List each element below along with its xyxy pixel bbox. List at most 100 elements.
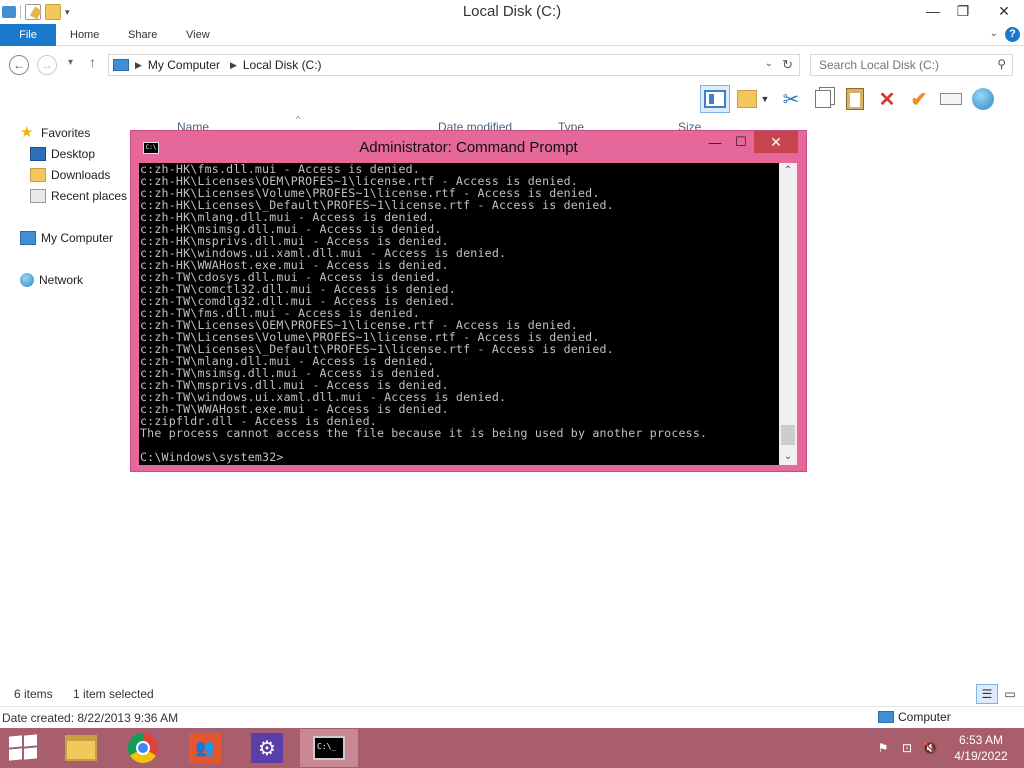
large-icons-icon: ▭: [1004, 687, 1016, 701]
nav-desktop[interactable]: Desktop: [30, 144, 95, 164]
help-icon[interactable]: ?: [1005, 27, 1020, 42]
downloads-icon: [30, 168, 46, 182]
checkmark-icon: ✔: [910, 88, 928, 111]
action-center-icon[interactable]: ⚑: [874, 739, 892, 757]
cmd-minimize-button[interactable]: —: [701, 131, 729, 153]
edit-button[interactable]: [936, 85, 966, 113]
taskbar-people[interactable]: 👥: [176, 729, 234, 767]
taskbar-file-explorer[interactable]: [52, 729, 110, 767]
large-icons-view-button[interactable]: ▭: [999, 684, 1021, 704]
restore-button[interactable]: ❐: [948, 0, 978, 22]
address-bar[interactable]: ▶ My Computer ▶ Local Disk (C:) ⌄ ↻: [108, 54, 800, 76]
network-button[interactable]: [968, 85, 998, 113]
taskbar-chrome[interactable]: [114, 729, 172, 767]
nav-my-computer[interactable]: My Computer: [20, 228, 113, 248]
properties-icon[interactable]: [25, 4, 42, 20]
up-button[interactable]: ↑: [89, 54, 96, 70]
paste-button[interactable]: [840, 85, 870, 113]
scroll-down-icon[interactable]: ⌄: [779, 449, 797, 465]
search-icon[interactable]: ⚲: [997, 57, 1006, 71]
rename-field-icon: [940, 93, 962, 105]
nav-computer-label: My Computer: [41, 231, 114, 245]
explorer-titlebar: ▾ Local Disk (C:) — ❐ ✕: [0, 0, 1024, 24]
dropdown-arrow-icon: ▼: [760, 94, 770, 104]
minimize-button[interactable]: —: [918, 0, 948, 22]
people-icon: 👥: [189, 733, 221, 763]
delete-button[interactable]: ✕: [872, 85, 902, 113]
nav-downloads-label: Downloads: [51, 168, 111, 182]
console-scrollbar[interactable]: ⌃ ⌄: [779, 163, 797, 465]
tab-file[interactable]: File: [0, 24, 56, 46]
computer-icon: [113, 59, 129, 71]
qat-customize-icon[interactable]: ▾: [65, 7, 70, 18]
details-view-button[interactable]: ☰: [976, 684, 998, 704]
details-bar: Date created: 8/22/2013 9:36 AM Computer: [0, 706, 1024, 728]
taskbar-settings[interactable]: ⚙: [238, 729, 296, 767]
computer-icon: [20, 231, 36, 245]
forward-button[interactable]: →: [37, 55, 57, 75]
details-view-icon: ☰: [981, 687, 993, 701]
tab-home[interactable]: Home: [56, 24, 113, 46]
scroll-up-icon[interactable]: ⌃: [779, 163, 797, 179]
globe-icon: [972, 88, 994, 110]
command-toolbar: ▼ ✂ ✕ ✔: [700, 84, 998, 114]
clipboard-icon: [846, 88, 864, 110]
status-bar: 6 items 1 item selected ☰ ▭: [0, 684, 1024, 704]
copy-button[interactable]: [808, 85, 838, 113]
sort-up-icon: ^: [296, 114, 301, 124]
explorer-app-icon[interactable]: [2, 6, 16, 18]
recent-locations-icon[interactable]: ▾: [68, 57, 73, 68]
rename-button[interactable]: ✔: [904, 85, 934, 113]
address-dropdown-icon[interactable]: ⌄: [765, 58, 773, 69]
quick-access-toolbar: ▾: [0, 2, 70, 22]
refresh-icon[interactable]: ↻: [782, 57, 793, 73]
navigation-bar: ← → ▾ ↑ ▶ My Computer ▶ Local Disk (C:) …: [0, 47, 1024, 83]
nav-favorites[interactable]: ★ Favorites: [20, 123, 90, 143]
cmd-close-button[interactable]: ✕: [754, 131, 798, 153]
properties-button[interactable]: ▼: [732, 85, 774, 113]
settings-icon: ⚙: [251, 733, 283, 763]
network-status-icon[interactable]: ⊡: [898, 739, 916, 757]
start-button[interactable]: [9, 734, 37, 761]
command-prompt-icon: C:\_: [313, 736, 345, 760]
command-prompt-window[interactable]: C:\ Administrator: Command Prompt — ☐ ✕ …: [130, 130, 807, 472]
computer-icon: [878, 711, 894, 723]
network-icon: [20, 273, 34, 287]
item-count: 6 items: [14, 687, 53, 701]
search-box[interactable]: ⚲: [810, 54, 1013, 76]
system-clock[interactable]: 6:53 AM 4/19/2022: [946, 732, 1016, 764]
chevron-right-icon[interactable]: ▶: [230, 60, 237, 71]
red-x-icon: ✕: [878, 88, 896, 111]
tab-view[interactable]: View: [172, 24, 224, 46]
breadcrumb-local-disk[interactable]: Local Disk (C:): [243, 58, 322, 72]
chevron-right-icon[interactable]: ▶: [135, 60, 142, 71]
console-line: The process cannot access the file becau…: [140, 426, 708, 440]
scissors-icon: ✂: [782, 88, 800, 111]
tab-share[interactable]: Share: [114, 24, 171, 46]
desktop-icon: [30, 147, 46, 161]
back-button[interactable]: ←: [9, 55, 29, 75]
scroll-thumb[interactable]: [781, 425, 795, 445]
search-input[interactable]: [819, 55, 989, 75]
new-folder-icon[interactable]: [45, 4, 61, 20]
close-button[interactable]: ✕: [985, 0, 1023, 22]
volume-muted-icon[interactable]: 🔇: [921, 739, 939, 757]
nav-network[interactable]: Network: [20, 270, 83, 290]
taskbar-command-prompt[interactable]: C:\_: [300, 729, 358, 767]
breadcrumb-my-computer[interactable]: My Computer: [148, 58, 220, 72]
folder-check-icon: [736, 90, 757, 108]
selection-count: 1 item selected: [73, 687, 154, 701]
computer-location: Computer: [878, 710, 951, 724]
nav-downloads[interactable]: Downloads: [30, 165, 110, 185]
cut-button[interactable]: ✂: [776, 85, 806, 113]
console-line: C:\Windows\system32>: [140, 450, 284, 464]
preview-pane-button[interactable]: [700, 85, 730, 113]
chrome-icon: [128, 733, 158, 763]
cmd-maximize-button[interactable]: ☐: [727, 131, 755, 153]
console-output[interactable]: c:zh-HK\fms.dll.mui - Access is denied. c…: [139, 163, 779, 465]
ribbon-expand-icon[interactable]: ⌄: [990, 28, 998, 39]
cmd-app-icon[interactable]: C:\: [143, 142, 159, 154]
nav-recent-places[interactable]: Recent places: [30, 186, 127, 206]
computer-location-label: Computer: [898, 710, 951, 724]
ribbon-tabs: File Home Share View ⌄ ?: [0, 24, 1024, 46]
